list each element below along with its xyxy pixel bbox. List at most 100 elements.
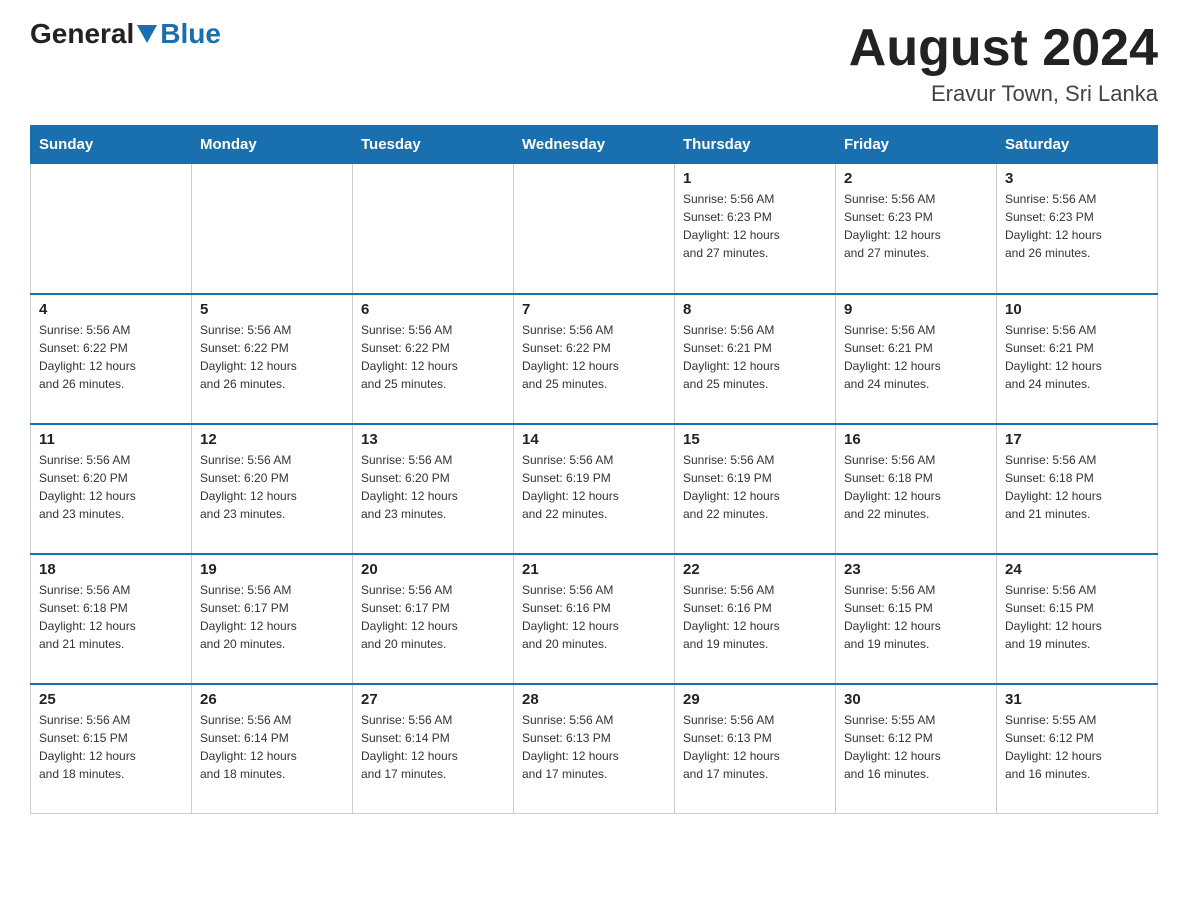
header-monday: Monday <box>192 126 353 164</box>
calendar-cell: 20 Sunrise: 5:56 AM Sunset: 6:17 PM Dayli… <box>353 554 514 684</box>
day-number: 8 <box>683 301 827 318</box>
day-info: Sunrise: 5:55 AM Sunset: 6:12 PM Dayligh… <box>1005 711 1149 783</box>
calendar-cell <box>31 164 192 294</box>
calendar-cell: 2 Sunrise: 5:56 AM Sunset: 6:23 PM Daylig… <box>836 164 997 294</box>
calendar-cell: 25 Sunrise: 5:56 AM Sunset: 6:15 PM Dayli… <box>31 684 192 814</box>
week-row-3: 18 Sunrise: 5:56 AM Sunset: 6:18 PM Dayli… <box>31 554 1158 684</box>
day-number: 22 <box>683 561 827 578</box>
calendar-cell: 12Sunrise: 5:56 AM Sunset: 6:20 PM Dayli… <box>192 424 353 554</box>
calendar-cell: 18 Sunrise: 5:56 AM Sunset: 6:18 PM Dayli… <box>31 554 192 684</box>
calendar-cell: 28Sunrise: 5:56 AM Sunset: 6:13 PM Dayli… <box>514 684 675 814</box>
day-info: Sunrise: 5:56 AM Sunset: 6:17 PM Dayligh… <box>200 581 344 653</box>
calendar-cell: 19 Sunrise: 5:56 AM Sunset: 6:17 PM Dayli… <box>192 554 353 684</box>
calendar-cell: 29 Sunrise: 5:56 AM Sunset: 6:13 PM Dayli… <box>675 684 836 814</box>
day-info: Sunrise: 5:56 AM Sunset: 6:22 PM Dayligh… <box>200 321 344 393</box>
calendar-cell <box>514 164 675 294</box>
day-info: Sunrise: 5:56 AM Sunset: 6:21 PM Dayligh… <box>844 321 988 393</box>
header-thursday: Thursday <box>675 126 836 164</box>
calendar-cell: 24 Sunrise: 5:56 AM Sunset: 6:15 PM Dayli… <box>997 554 1158 684</box>
day-number: 17 <box>1005 431 1149 448</box>
day-info: Sunrise: 5:56 AM Sunset: 6:15 PM Dayligh… <box>1005 581 1149 653</box>
day-number: 7 <box>522 301 666 318</box>
calendar-cell: 10 Sunrise: 5:56 AM Sunset: 6:21 PM Dayli… <box>997 294 1158 424</box>
day-number: 25 <box>39 691 183 708</box>
day-number: 13 <box>361 431 505 448</box>
day-info: Sunrise: 5:56 AM Sunset: 6:18 PM Dayligh… <box>39 581 183 653</box>
day-number: 31 <box>1005 691 1149 708</box>
day-number: 4 <box>39 301 183 318</box>
calendar-subtitle: Eravur Town, Sri Lanka <box>849 81 1158 107</box>
calendar-cell: 7Sunrise: 5:56 AM Sunset: 6:22 PM Daylig… <box>514 294 675 424</box>
week-row-1: 4 Sunrise: 5:56 AM Sunset: 6:22 PM Daylig… <box>31 294 1158 424</box>
day-info: Sunrise: 5:56 AM Sunset: 6:20 PM Dayligh… <box>361 451 505 523</box>
calendar-cell: 3Sunrise: 5:56 AM Sunset: 6:23 PM Daylig… <box>997 164 1158 294</box>
calendar-cell: 14 Sunrise: 5:56 AM Sunset: 6:19 PM Dayli… <box>514 424 675 554</box>
day-number: 24 <box>1005 561 1149 578</box>
logo-triangle-icon <box>137 25 157 43</box>
day-info: Sunrise: 5:56 AM Sunset: 6:23 PM Dayligh… <box>844 190 988 262</box>
day-info: Sunrise: 5:56 AM Sunset: 6:13 PM Dayligh… <box>683 711 827 783</box>
day-info: Sunrise: 5:56 AM Sunset: 6:14 PM Dayligh… <box>361 711 505 783</box>
calendar-title: August 2024 <box>849 20 1158 77</box>
calendar-cell: 6 Sunrise: 5:56 AM Sunset: 6:22 PM Daylig… <box>353 294 514 424</box>
calendar-cell: 15 Sunrise: 5:56 AM Sunset: 6:19 PM Dayli… <box>675 424 836 554</box>
header-row: Sunday Monday Tuesday Wednesday Thursday… <box>31 126 1158 164</box>
header-sunday: Sunday <box>31 126 192 164</box>
calendar-body: 1 Sunrise: 5:56 AM Sunset: 6:23 PM Daylig… <box>31 164 1158 814</box>
day-info: Sunrise: 5:56 AM Sunset: 6:17 PM Dayligh… <box>361 581 505 653</box>
day-info: Sunrise: 5:56 AM Sunset: 6:16 PM Dayligh… <box>683 581 827 653</box>
calendar-cell: 22 Sunrise: 5:56 AM Sunset: 6:16 PM Dayli… <box>675 554 836 684</box>
header-saturday: Saturday <box>997 126 1158 164</box>
header-tuesday: Tuesday <box>353 126 514 164</box>
day-info: Sunrise: 5:56 AM Sunset: 6:19 PM Dayligh… <box>683 451 827 523</box>
day-info: Sunrise: 5:56 AM Sunset: 6:21 PM Dayligh… <box>683 321 827 393</box>
day-info: Sunrise: 5:56 AM Sunset: 6:18 PM Dayligh… <box>844 451 988 523</box>
day-info: Sunrise: 5:56 AM Sunset: 6:15 PM Dayligh… <box>844 581 988 653</box>
day-info: Sunrise: 5:56 AM Sunset: 6:16 PM Dayligh… <box>522 581 666 653</box>
calendar-cell: 11Sunrise: 5:56 AM Sunset: 6:20 PM Dayli… <box>31 424 192 554</box>
day-number: 1 <box>683 170 827 187</box>
week-row-4: 25 Sunrise: 5:56 AM Sunset: 6:15 PM Dayli… <box>31 684 1158 814</box>
calendar-table: Sunday Monday Tuesday Wednesday Thursday… <box>30 125 1158 814</box>
calendar-cell: 5Sunrise: 5:56 AM Sunset: 6:22 PM Daylig… <box>192 294 353 424</box>
day-info: Sunrise: 5:56 AM Sunset: 6:15 PM Dayligh… <box>39 711 183 783</box>
day-number: 27 <box>361 691 505 708</box>
day-number: 6 <box>361 301 505 318</box>
calendar-cell: 31 Sunrise: 5:55 AM Sunset: 6:12 PM Dayli… <box>997 684 1158 814</box>
day-number: 28 <box>522 691 666 708</box>
logo-blue: Blue <box>160 20 221 48</box>
calendar-cell: 17Sunrise: 5:56 AM Sunset: 6:18 PM Dayli… <box>997 424 1158 554</box>
day-info: Sunrise: 5:56 AM Sunset: 6:14 PM Dayligh… <box>200 711 344 783</box>
calendar-cell: 1 Sunrise: 5:56 AM Sunset: 6:23 PM Daylig… <box>675 164 836 294</box>
day-number: 30 <box>844 691 988 708</box>
day-number: 2 <box>844 170 988 187</box>
logo: General Blue <box>30 20 221 48</box>
calendar-cell: 23 Sunrise: 5:56 AM Sunset: 6:15 PM Dayli… <box>836 554 997 684</box>
day-number: 15 <box>683 431 827 448</box>
day-info: Sunrise: 5:56 AM Sunset: 6:19 PM Dayligh… <box>522 451 666 523</box>
calendar-cell <box>353 164 514 294</box>
day-number: 9 <box>844 301 988 318</box>
day-number: 29 <box>683 691 827 708</box>
calendar-cell <box>192 164 353 294</box>
day-number: 18 <box>39 561 183 578</box>
day-info: Sunrise: 5:56 AM Sunset: 6:23 PM Dayligh… <box>683 190 827 262</box>
calendar-cell: 13 Sunrise: 5:56 AM Sunset: 6:20 PM Dayli… <box>353 424 514 554</box>
day-info: Sunrise: 5:56 AM Sunset: 6:22 PM Dayligh… <box>361 321 505 393</box>
day-number: 23 <box>844 561 988 578</box>
week-row-0: 1 Sunrise: 5:56 AM Sunset: 6:23 PM Daylig… <box>31 164 1158 294</box>
title-area: August 2024 Eravur Town, Sri Lanka <box>849 20 1158 107</box>
logo-text: General Blue <box>30 20 221 48</box>
calendar-cell: 21Sunrise: 5:56 AM Sunset: 6:16 PM Dayli… <box>514 554 675 684</box>
day-number: 16 <box>844 431 988 448</box>
day-info: Sunrise: 5:56 AM Sunset: 6:22 PM Dayligh… <box>39 321 183 393</box>
calendar-cell: 26Sunrise: 5:56 AM Sunset: 6:14 PM Dayli… <box>192 684 353 814</box>
calendar-cell: 4 Sunrise: 5:56 AM Sunset: 6:22 PM Daylig… <box>31 294 192 424</box>
day-number: 19 <box>200 561 344 578</box>
day-info: Sunrise: 5:56 AM Sunset: 6:23 PM Dayligh… <box>1005 190 1149 262</box>
day-info: Sunrise: 5:56 AM Sunset: 6:21 PM Dayligh… <box>1005 321 1149 393</box>
day-number: 20 <box>361 561 505 578</box>
calendar-header: Sunday Monday Tuesday Wednesday Thursday… <box>31 126 1158 164</box>
day-number: 14 <box>522 431 666 448</box>
day-number: 10 <box>1005 301 1149 318</box>
